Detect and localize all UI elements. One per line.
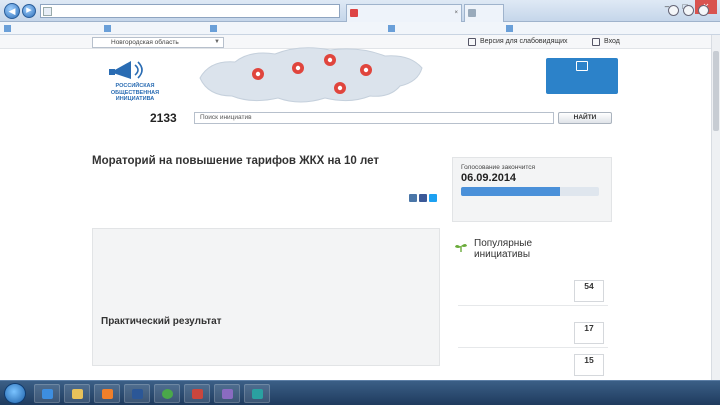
- create-initiative-button[interactable]: [546, 58, 618, 94]
- taskbar-explorer-icon[interactable]: [64, 384, 90, 403]
- chrome-icon: [162, 389, 173, 399]
- voting-end-label: Голосование закончится: [461, 164, 536, 171]
- site-logo[interactable]: Российская общественная инициатива: [95, 55, 175, 110]
- popular-item-title[interactable]: [462, 279, 570, 293]
- plant-icon: [455, 244, 467, 252]
- favorite-icon: [104, 25, 111, 32]
- favorite-link[interactable]: [210, 24, 220, 33]
- counter-value: 15: [584, 355, 594, 365]
- page-icon: [43, 7, 52, 16]
- accessibility-link[interactable]: Версия для слабовидящих: [468, 36, 568, 48]
- glasses-icon: [468, 38, 476, 46]
- home-icon[interactable]: [668, 5, 679, 16]
- login-icon: [592, 38, 600, 46]
- windows-taskbar: [0, 380, 720, 405]
- vk-icon[interactable]: [409, 194, 417, 202]
- popular-title-line: инициативы: [474, 249, 531, 260]
- page-title: Мораторий на повышение тарифов ЖКХ на 10…: [92, 155, 380, 167]
- search-placeholder: Поиск инициатив: [200, 114, 252, 121]
- popular-item[interactable]: 54: [458, 276, 608, 306]
- search-input[interactable]: Поиск инициатив: [194, 112, 554, 124]
- app-icon: [192, 389, 203, 399]
- favorite-link[interactable]: [104, 24, 114, 33]
- address-bar[interactable]: [40, 4, 340, 18]
- forward-button[interactable]: ▶: [22, 4, 36, 18]
- scrollbar-thumb[interactable]: [713, 51, 719, 131]
- tab-favicon: [468, 9, 476, 17]
- favorites-star-icon[interactable]: [683, 5, 694, 16]
- counter-value: 17: [584, 323, 594, 333]
- search-row: 2133 Поиск инициатив НАЙТИ: [92, 111, 620, 125]
- taskbar-app-icon[interactable]: [184, 384, 210, 403]
- voting-end-date: 06.09.2014: [461, 172, 517, 184]
- folder-icon: [72, 389, 83, 399]
- app-icon: [252, 389, 263, 399]
- app-icon: [222, 389, 233, 399]
- ie-icon: [42, 389, 53, 399]
- popular-item[interactable]: 15: [458, 350, 608, 380]
- popular-item[interactable]: 17: [458, 318, 608, 348]
- favorites-bar: [0, 22, 720, 35]
- login-link[interactable]: Вход: [592, 36, 620, 48]
- popular-item-counter: 54: [574, 280, 604, 302]
- favorite-icon: [506, 25, 513, 32]
- favorite-link[interactable]: [4, 24, 14, 33]
- page-scrollbar[interactable]: [711, 35, 720, 380]
- taskbar-chrome-icon[interactable]: [154, 384, 180, 403]
- twitter-icon[interactable]: [429, 194, 437, 202]
- taskbar-word-icon[interactable]: [124, 384, 150, 403]
- browser-titlebar: ◀ ▶ × – □ ✕: [0, 0, 720, 22]
- document-icon: [576, 61, 588, 71]
- voting-box: Голосование закончится 06.09.2014: [452, 157, 612, 222]
- counter-value: 54: [584, 281, 594, 291]
- word-icon: [132, 389, 143, 399]
- favorite-icon: [210, 25, 217, 32]
- favorite-icon: [388, 25, 395, 32]
- popular-item-counter: 17: [574, 322, 604, 344]
- breadcrumb: [92, 139, 104, 148]
- initiatives-count: 2133: [150, 111, 177, 125]
- taskbar-ie-icon[interactable]: [34, 384, 60, 403]
- favorite-icon: [4, 25, 11, 32]
- back-button[interactable]: ◀: [4, 3, 20, 19]
- result-title: Практический результат: [101, 316, 222, 327]
- popular-item-counter: 15: [574, 354, 604, 376]
- popular-item-title[interactable]: [462, 353, 570, 367]
- russia-map: [199, 47, 423, 103]
- tab-2[interactable]: [464, 4, 504, 22]
- taskbar-app-icon[interactable]: [214, 384, 240, 403]
- gear-icon[interactable]: [698, 5, 709, 16]
- favorite-link[interactable]: [388, 24, 398, 33]
- popular-title-line: Популярные: [474, 238, 533, 249]
- tab-close-icon[interactable]: ×: [454, 5, 458, 21]
- accessibility-label: Версия для слабовидящих: [480, 38, 568, 45]
- start-button[interactable]: [4, 383, 26, 404]
- megaphone-logo-icon: [109, 61, 143, 79]
- voting-progress-fill: [461, 187, 561, 196]
- media-player-icon: [102, 389, 113, 399]
- tab-1[interactable]: ×: [346, 4, 462, 22]
- facebook-icon[interactable]: [419, 194, 427, 202]
- search-button[interactable]: НАЙТИ: [558, 112, 612, 124]
- popular-item-title[interactable]: [462, 321, 570, 335]
- taskbar-app-icon[interactable]: [244, 384, 270, 403]
- popular-title: Популярные инициативы: [474, 238, 532, 260]
- favorite-link[interactable]: [506, 24, 516, 33]
- initiative-description: Практический результат: [92, 228, 440, 366]
- logo-text: Российская общественная инициатива: [110, 83, 160, 102]
- taskbar-media-icon[interactable]: [94, 384, 120, 403]
- login-label: Вход: [604, 38, 620, 45]
- voting-progress-bar: [461, 187, 599, 196]
- tab-favicon: [350, 9, 358, 17]
- region-value: Новгородская область: [111, 39, 179, 46]
